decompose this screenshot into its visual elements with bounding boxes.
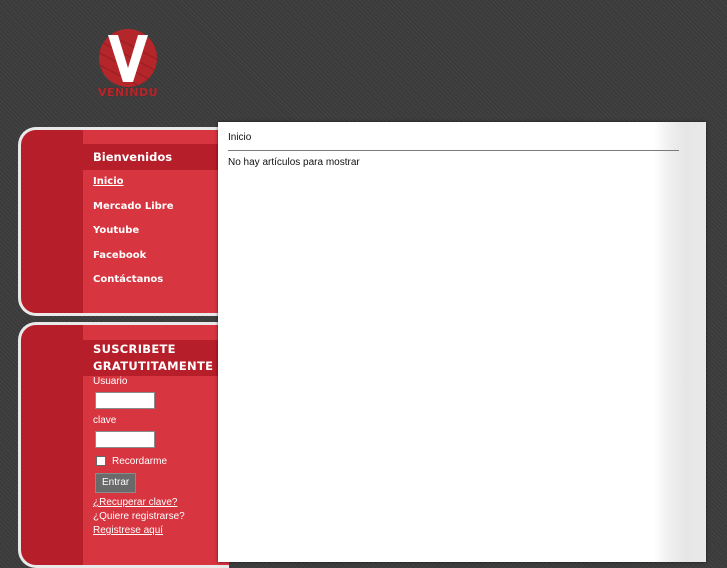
content-shade [654, 122, 706, 562]
username-label: Usuario [93, 376, 128, 387]
subscribe-title-line2: GRATUTITAMENTE [93, 359, 214, 373]
menu-item-mercado-libre[interactable]: Mercado Libre [83, 195, 229, 220]
brand-name: VENINDU [97, 86, 159, 99]
remember-row: Recordarme [93, 454, 229, 468]
register-question: ¿Quiere registrarse? [93, 511, 185, 522]
recover-password-link[interactable]: ¿Recuperar clave? [93, 496, 229, 510]
subscribe-panel: SUSCRIBETE GRATUTITAMENTE Usuario clave … [18, 322, 229, 568]
register-link[interactable]: Registrese aquí [93, 524, 229, 538]
empty-message: No hay artículos para mostrar [228, 157, 360, 168]
password-input[interactable] [95, 431, 155, 448]
subscribe-title: SUSCRIBETE GRATUTITAMENTE [83, 340, 229, 376]
main-menu-panel: Bienvenidos Inicio Mercado Libre Youtube… [18, 127, 229, 316]
menu-item-youtube[interactable]: Youtube [83, 219, 229, 244]
main-content: Inicio No hay artículos para mostrar [218, 122, 706, 562]
remember-checkbox[interactable] [96, 456, 106, 466]
breadcrumb[interactable]: Inicio [228, 132, 679, 151]
remember-label: Recordarme [112, 455, 168, 467]
login-button[interactable]: Entrar [95, 473, 137, 493]
password-label: clave [93, 415, 117, 426]
menu-item-contactanos[interactable]: Contáctanos [83, 268, 229, 293]
login-form: Usuario clave Recordarme Entrar ¿Recuper… [83, 376, 229, 538]
menu-item-inicio[interactable]: Inicio [83, 170, 229, 195]
menu-title: Bienvenidos [83, 144, 229, 170]
username-input[interactable] [95, 392, 155, 409]
menu-item-facebook[interactable]: Facebook [83, 244, 229, 269]
subscribe-title-line1: SUSCRIBETE [93, 342, 176, 356]
